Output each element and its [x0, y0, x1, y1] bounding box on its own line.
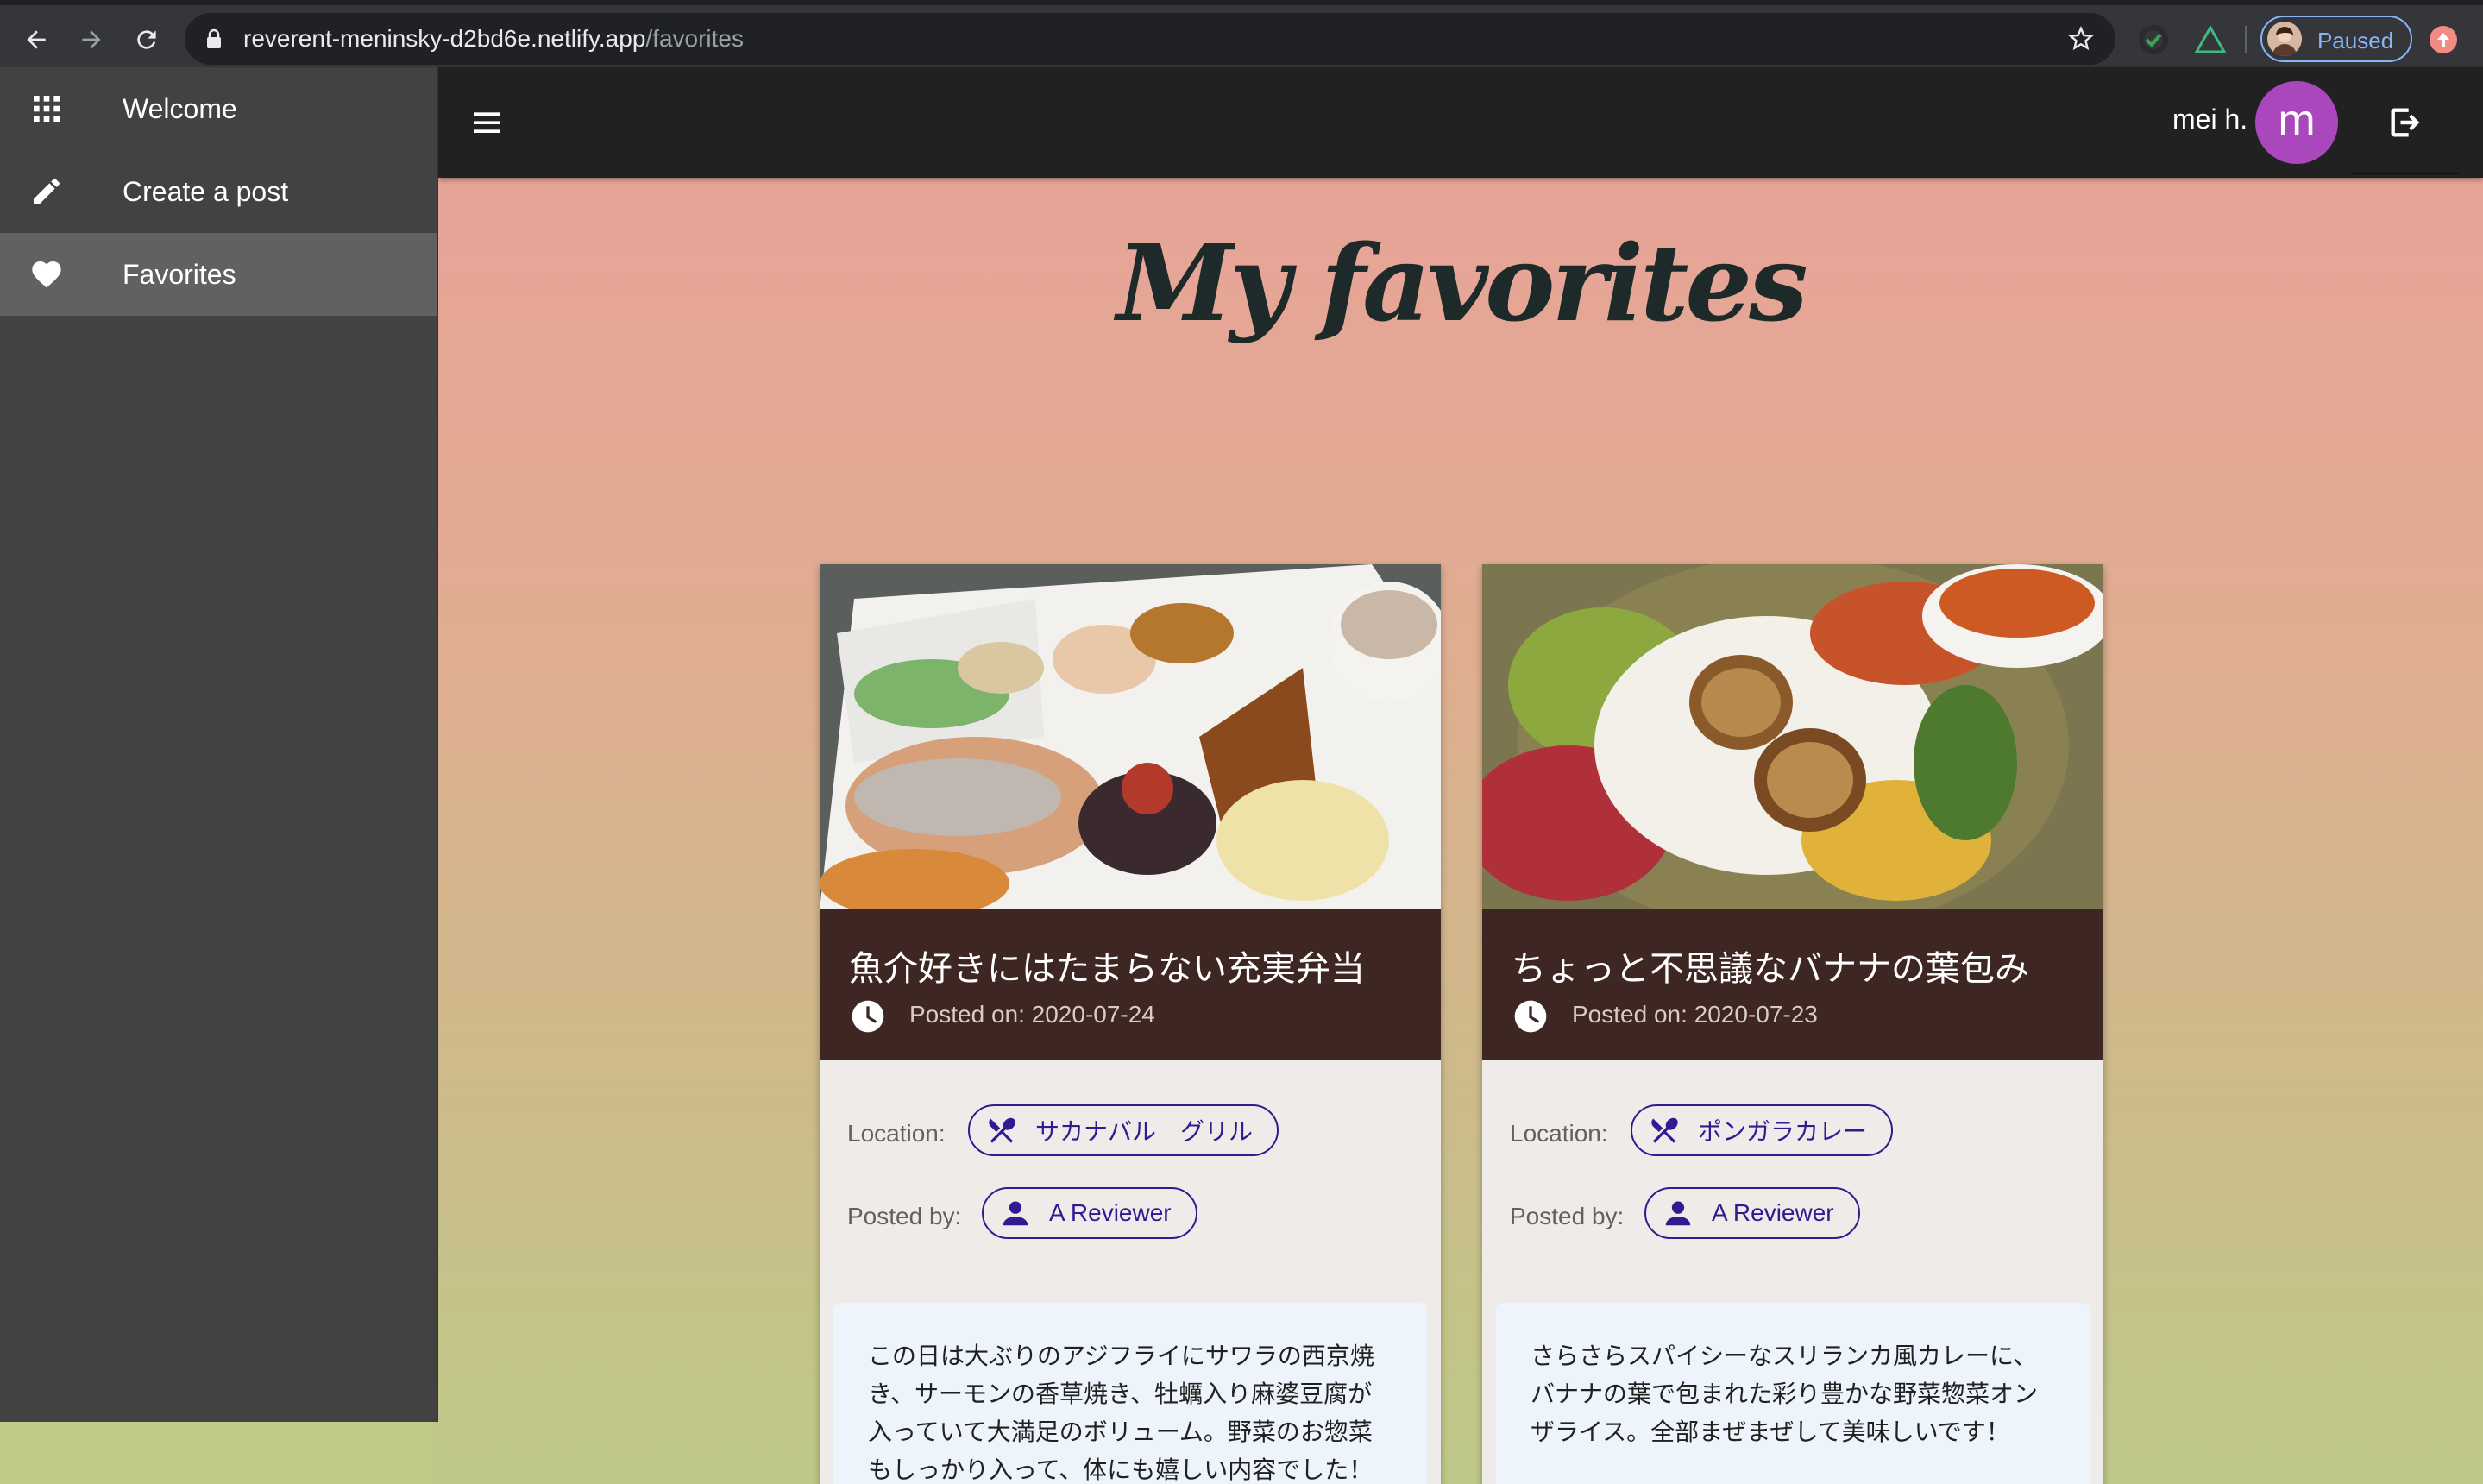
profile-status: Paused — [2317, 28, 2394, 53]
user-avatar[interactable]: m — [2255, 81, 2338, 164]
posted-by-label: Posted by: — [1510, 1203, 1625, 1229]
pencil-icon — [34, 179, 60, 204]
card-description: この日は大ぶりのアジフライにサワラの西京焼き、サーモンの香草焼き、牡蠣入り麻婆豆… — [833, 1303, 1427, 1484]
location-label: Location: — [847, 1120, 946, 1147]
clock-icon — [852, 1000, 884, 1033]
card-header: ちょっと不思議なバナナの葉包み Posted on: 2020-07-23 — [1482, 909, 2103, 1060]
reviewer-chip[interactable]: A Reviewer — [1644, 1187, 1860, 1239]
app-root: Welcome Create a post Favorites mei h. m — [0, 67, 2483, 1484]
drawer-label-favorites: Favorites — [123, 258, 236, 290]
location-label: Location: — [1510, 1120, 1608, 1147]
toolbar-divider — [2245, 26, 2247, 53]
logout-button[interactable] — [2352, 72, 2459, 174]
vue-devtools-icon[interactable] — [2193, 24, 2228, 55]
back-button[interactable] — [17, 21, 55, 59]
curry-photo-illustration — [1482, 564, 2103, 909]
reload-icon — [137, 30, 156, 49]
location-chip[interactable]: ポンガラカレー — [1631, 1104, 1894, 1156]
profile-button[interactable]: Paused — [2260, 16, 2412, 62]
arrow-up-icon — [2437, 33, 2449, 47]
person-icon — [1665, 1201, 1691, 1226]
apps-grid-icon — [34, 96, 60, 122]
card-description: さらさらスパイシーなスリランカ風カレーに、バナナの葉で包まれた彩り豊かな野菜惣菜… — [1496, 1303, 2090, 1484]
page-title: My favorites — [1116, 221, 1807, 345]
card-title: ちょっと不思議なバナナの葉包み — [1512, 950, 2029, 988]
favorite-card[interactable]: ちょっと不思議なバナナの葉包み Posted on: 2020-07-23 Lo… — [1482, 564, 2103, 1484]
address-bar[interactable]: reverent-meninsky-d2bd6e.netlify.app/fav… — [185, 13, 2115, 65]
drawer-item-create-post[interactable]: Create a post — [0, 150, 437, 233]
back-arrow-icon — [27, 30, 46, 49]
extension-icon[interactable] — [2136, 22, 2171, 57]
drawer-item-welcome[interactable]: Welcome — [0, 67, 437, 150]
clock-icon — [1514, 1000, 1547, 1033]
food-photo — [1482, 564, 2103, 909]
drawer-item-favorites[interactable]: Favorites — [0, 233, 437, 316]
card-title: 魚介好きにはたまらない充実弁当 — [849, 950, 1365, 988]
url-path: /favorites — [645, 25, 745, 52]
location-chip[interactable]: サカナバル グリル — [968, 1104, 1279, 1156]
forward-button[interactable] — [72, 21, 110, 59]
favorite-card[interactable]: 魚介好きにはたまらない充実弁当 Posted on: 2020-07-24 Lo… — [820, 564, 1441, 1484]
reviewer-chip[interactable]: A Reviewer — [982, 1187, 1197, 1239]
app-bar: mei h. m — [438, 67, 2483, 178]
bento-photo-illustration — [820, 564, 1441, 909]
forward-arrow-icon — [82, 30, 101, 49]
restaurant-icon — [989, 1117, 1015, 1143]
profile-photo-icon — [2267, 22, 2302, 56]
location-name: サカナバル グリル — [1035, 1118, 1254, 1145]
profile-avatar — [2267, 22, 2302, 56]
background-strip — [0, 1422, 438, 1484]
reload-button[interactable] — [128, 21, 166, 59]
posted-by-label: Posted by: — [847, 1203, 962, 1229]
card-date: Posted on: 2020-07-23 — [1572, 1001, 1818, 1028]
navigation-drawer: Welcome Create a post Favorites — [0, 67, 438, 1422]
browser-toolbar: reverent-meninsky-d2bd6e.netlify.app/fav… — [0, 0, 2483, 67]
hamburger-menu-icon[interactable] — [469, 105, 504, 140]
card-header: 魚介好きにはたまらない充実弁当 Posted on: 2020-07-24 — [820, 909, 1441, 1060]
heart-icon — [32, 261, 61, 288]
url-text: reverent-meninsky-d2bd6e.netlify.app/fav… — [243, 25, 744, 53]
main-content: My favorites 魚介好きにはたまらない充実弁当 Posted on: … — [438, 178, 2483, 1484]
reviewer-name: A Reviewer — [1712, 1199, 1834, 1226]
location-name: ポンガラカレー — [1698, 1118, 1868, 1145]
drawer-label-welcome: Welcome — [123, 92, 237, 124]
drawer-label-create-post: Create a post — [123, 175, 289, 207]
card-date: Posted on: 2020-07-24 — [909, 1001, 1155, 1028]
user-name: mei h. — [2172, 104, 2248, 135]
food-photo — [820, 564, 1441, 909]
person-icon — [1003, 1201, 1028, 1226]
bookmark-star-icon[interactable] — [2067, 25, 2095, 53]
logout-icon — [2391, 108, 2420, 137]
reviewer-name: A Reviewer — [1049, 1199, 1172, 1226]
url-host: reverent-meninsky-d2bd6e.netlify.app — [243, 25, 646, 52]
update-icon[interactable] — [2430, 26, 2457, 53]
restaurant-icon — [1651, 1117, 1678, 1143]
lock-icon — [207, 28, 221, 48]
